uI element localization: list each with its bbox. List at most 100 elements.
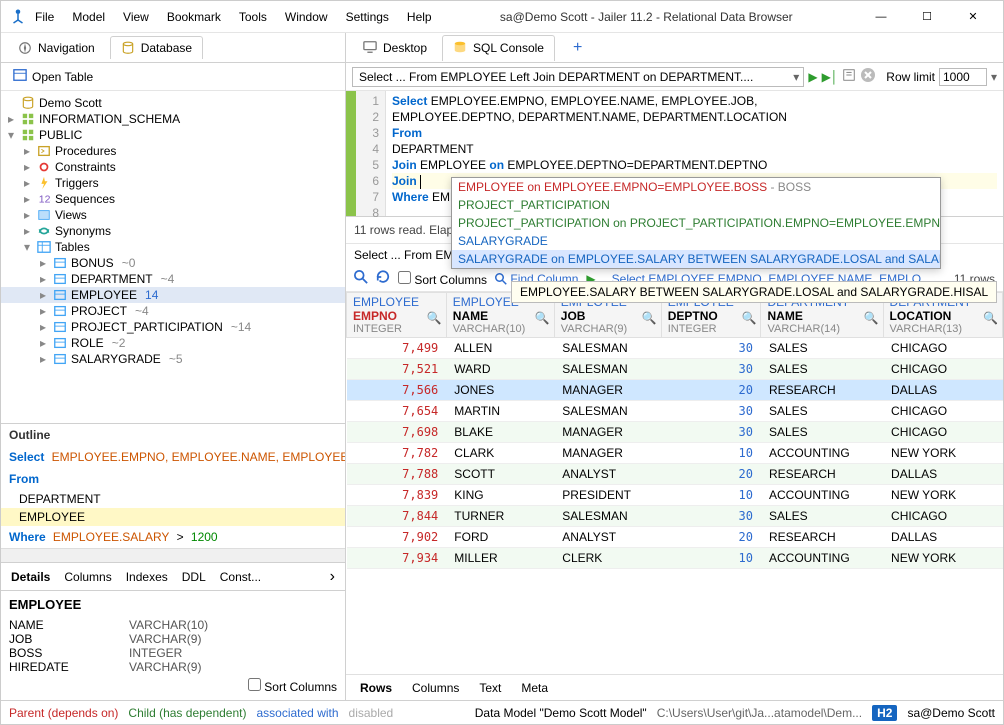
twist-icon[interactable]: ▸ xyxy=(37,304,49,318)
table-row[interactable]: 7,782CLARKMANAGER10ACCOUNTINGNEW YORK xyxy=(347,443,1003,464)
cell-empno[interactable]: 7,698 xyxy=(347,422,447,443)
add-tab-button[interactable]: + xyxy=(573,39,582,57)
autocomplete-item[interactable]: PROJECT_PARTICIPATION on PROJECT_PARTICI… xyxy=(452,214,940,232)
tree-node-department[interactable]: ▸DEPARTMENT~4 xyxy=(1,271,345,287)
outline-table-department[interactable]: DEPARTMENT xyxy=(1,490,345,508)
tree-node-bonus[interactable]: ▸BONUS~0 xyxy=(1,255,345,271)
filter-icon[interactable]: 🔍 xyxy=(642,311,657,325)
table-row[interactable]: 7,566JONESMANAGER20RESEARCHDALLAS xyxy=(347,380,1003,401)
details-tab-details[interactable]: Details xyxy=(11,570,50,584)
cell-name[interactable]: JONES xyxy=(446,380,554,401)
menu-view[interactable]: View xyxy=(121,6,151,28)
code-line[interactable]: Select EMPLOYEE.EMPNO, EMPLOYEE.NAME, EM… xyxy=(392,93,997,109)
grid-foot-text[interactable]: Text xyxy=(479,681,501,695)
cell-deptno[interactable]: 20 xyxy=(661,464,761,485)
grid-foot-meta[interactable]: Meta xyxy=(521,681,548,695)
code-line[interactable]: EMPLOYEE.DEPTNO, DEPARTMENT.NAME, DEPART… xyxy=(392,109,997,125)
cell-loc[interactable]: DALLAS xyxy=(883,464,1002,485)
menu-settings[interactable]: Settings xyxy=(344,6,391,28)
cell-name[interactable]: SCOTT xyxy=(446,464,554,485)
table-row[interactable]: 7,902FORDANALYST20RESEARCHDALLAS xyxy=(347,527,1003,548)
cell-name[interactable]: FORD xyxy=(446,527,554,548)
grid-foot-rows[interactable]: Rows xyxy=(360,681,392,695)
cell-job[interactable]: ANALYST xyxy=(554,527,661,548)
cell-job[interactable]: MANAGER xyxy=(554,443,661,464)
cell-deptno[interactable]: 30 xyxy=(661,359,761,380)
table-row[interactable]: 7,839KINGPRESIDENT10ACCOUNTINGNEW YORK xyxy=(347,485,1003,506)
cell-name[interactable]: MARTIN xyxy=(446,401,554,422)
tree-node-synonyms[interactable]: ▸Synonyms xyxy=(1,223,345,239)
cell-empno[interactable]: 7,521 xyxy=(347,359,447,380)
cell-empno[interactable]: 7,499 xyxy=(347,338,447,359)
filter-icon[interactable]: 🔍 xyxy=(864,311,879,325)
twist-icon[interactable]: ▸ xyxy=(37,320,49,334)
tree-node-project[interactable]: ▸PROJECT~4 xyxy=(1,303,345,319)
cell-name[interactable]: CLARK xyxy=(446,443,554,464)
cell-job[interactable]: SALESMAN xyxy=(554,506,661,527)
cell-empno[interactable]: 7,782 xyxy=(347,443,447,464)
details-tab-const[interactable]: Const... xyxy=(220,570,261,584)
cell-dname[interactable]: RESEARCH xyxy=(761,527,883,548)
open-table-button[interactable]: Open Table xyxy=(7,65,99,88)
autocomplete-item[interactable]: SALARYGRADE on EMPLOYEE.SALARY BETWEEN S… xyxy=(452,250,940,268)
grid-foot-columns[interactable]: Columns xyxy=(412,681,459,695)
code-line[interactable]: Join EMPLOYEE on EMPLOYEE.DEPTNO=DEPARTM… xyxy=(392,157,997,173)
outline-select[interactable]: Select EMPLOYEE.EMPNO, EMPLOYEE.NAME, EM… xyxy=(1,446,345,468)
cell-job[interactable]: SALESMAN xyxy=(554,359,661,380)
cancel-button[interactable] xyxy=(860,67,876,86)
cell-deptno[interactable]: 30 xyxy=(661,422,761,443)
cell-dname[interactable]: ACCOUNTING xyxy=(761,485,883,506)
twist-icon[interactable]: ▸ xyxy=(37,288,49,302)
twist-icon[interactable]: ▾ xyxy=(5,128,17,142)
menu-model[interactable]: Model xyxy=(70,6,107,28)
autocomplete-item[interactable]: PROJECT_PARTICIPATION xyxy=(452,196,940,214)
menu-window[interactable]: Window xyxy=(283,6,330,28)
explain-button[interactable] xyxy=(842,68,856,85)
tree-node-tables[interactable]: ▾Tables xyxy=(1,239,345,255)
cell-loc[interactable]: CHICAGO xyxy=(883,422,1002,443)
cell-dname[interactable]: SALES xyxy=(761,422,883,443)
sort-columns-checkbox[interactable]: Sort Columns xyxy=(248,680,337,694)
cell-job[interactable]: PRESIDENT xyxy=(554,485,661,506)
cell-empno[interactable]: 7,788 xyxy=(347,464,447,485)
cell-name[interactable]: MILLER xyxy=(446,548,554,569)
cell-loc[interactable]: CHICAGO xyxy=(883,359,1002,380)
cell-deptno[interactable]: 10 xyxy=(661,485,761,506)
table-row[interactable]: 7,788SCOTTANALYST20RESEARCHDALLAS xyxy=(347,464,1003,485)
twist-icon[interactable]: ▸ xyxy=(21,176,33,190)
maximize-button[interactable]: ☐ xyxy=(905,3,949,31)
autocomplete-item[interactable]: EMPLOYEE on EMPLOYEE.EMPNO=EMPLOYEE.BOSS… xyxy=(452,178,940,196)
cell-loc[interactable]: DALLAS xyxy=(883,527,1002,548)
cell-deptno[interactable]: 30 xyxy=(661,401,761,422)
tree-node-constraints[interactable]: ▸Constraints xyxy=(1,159,345,175)
col-header-empno[interactable]: EMPLOYEEEMPNOINTEGER🔍 xyxy=(347,293,447,338)
cell-deptno[interactable]: 30 xyxy=(661,338,761,359)
cell-loc[interactable]: DALLAS xyxy=(883,380,1002,401)
tree-node-role[interactable]: ▸ROLE~2 xyxy=(1,335,345,351)
tree-node-triggers[interactable]: ▸Triggers xyxy=(1,175,345,191)
tree-node-information_schema[interactable]: ▸INFORMATION_SCHEMA xyxy=(1,111,345,127)
code-line[interactable]: DEPARTMENT xyxy=(392,141,997,157)
outline-scrollbar[interactable] xyxy=(1,548,345,562)
cell-dname[interactable]: RESEARCH xyxy=(761,380,883,401)
details-tab-indexes[interactable]: Indexes xyxy=(126,570,168,584)
table-row[interactable]: 7,521WARDSALESMAN30SALESCHICAGO xyxy=(347,359,1003,380)
details-tab-columns[interactable]: Columns xyxy=(64,570,111,584)
table-row[interactable]: 7,934MILLERCLERK10ACCOUNTINGNEW YORK xyxy=(347,548,1003,569)
cell-loc[interactable]: CHICAGO xyxy=(883,338,1002,359)
minimize-button[interactable]: — xyxy=(859,3,903,31)
menu-file[interactable]: File xyxy=(33,6,56,28)
cell-dname[interactable]: RESEARCH xyxy=(761,464,883,485)
twist-icon[interactable]: ▸ xyxy=(21,192,33,206)
menu-tools[interactable]: Tools xyxy=(237,6,269,28)
autocomplete-popup[interactable]: EMPLOYEE on EMPLOYEE.EMPNO=EMPLOYEE.BOSS… xyxy=(451,177,941,269)
rowlimit-input[interactable] xyxy=(939,68,987,86)
cell-name[interactable]: ALLEN xyxy=(446,338,554,359)
cell-empno[interactable]: 7,934 xyxy=(347,548,447,569)
sort-columns-result-input[interactable] xyxy=(398,271,411,284)
cell-job[interactable]: CLERK xyxy=(554,548,661,569)
cell-deptno[interactable]: 20 xyxy=(661,380,761,401)
run-button[interactable]: ▶ xyxy=(808,70,817,84)
outline-from[interactable]: From xyxy=(1,468,345,490)
cell-empno[interactable]: 7,844 xyxy=(347,506,447,527)
